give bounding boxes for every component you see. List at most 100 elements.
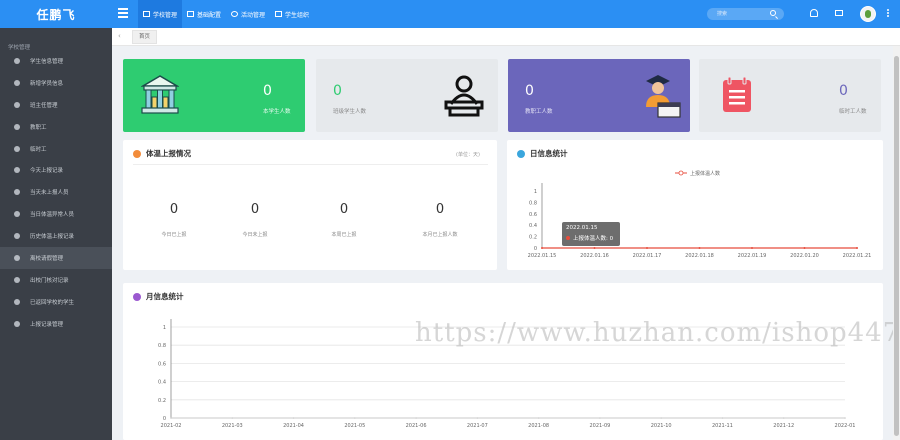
page-scrollbar[interactable] <box>893 46 900 440</box>
daily-line-chart[interactable]: 0 0.2 0.4 0.6 0.8 1 2022.01.15 2022.01.16 2022.0… <box>507 164 883 270</box>
sidebar-item[interactable]: 教职工 <box>0 116 112 138</box>
sidebar-item-label: 历史体温上报记录 <box>30 234 75 241</box>
clipboard-icon <box>723 76 751 112</box>
data-point <box>721 417 724 419</box>
topnav-activity-management[interactable]: 活动管理 <box>226 0 270 28</box>
sidebar-item[interactable]: 班主任管理 <box>0 94 112 116</box>
y-tick-label: 0.6 <box>158 361 166 367</box>
x-tick-label: 2022.01.16 <box>580 253 609 259</box>
data-point <box>803 247 806 249</box>
sidebar-item[interactable]: 离校请假管理 <box>0 247 112 269</box>
stat-value-month-reported: 0 <box>435 202 445 217</box>
x-tick-label: 2021-04 <box>283 423 304 429</box>
sidebar-item-icon <box>14 79 20 86</box>
card-value: 0 <box>333 83 342 99</box>
stat-value-today-reported: 0 <box>169 202 179 217</box>
scrollbar-thumb[interactable] <box>894 56 899 436</box>
sidebar-item[interactable]: 当天未上报人员 <box>0 181 112 203</box>
data-point <box>599 417 601 419</box>
topnav-school-management[interactable]: 学校管理 <box>138 0 183 28</box>
stat-label: 本周已上报 <box>331 232 357 238</box>
sidebar-item[interactable]: 新增学员信息 <box>0 72 112 94</box>
sidebar-item[interactable]: 已返回学校的学生 <box>0 291 112 313</box>
x-tick-label: 2021-06 <box>406 423 427 429</box>
stat-value-today-unreported: 0 <box>250 202 260 217</box>
school-building-icon <box>141 75 179 114</box>
x-tick-label: 2022.01.21 <box>843 253 872 259</box>
card-value: 0 <box>525 83 534 99</box>
sidebar-item[interactable]: 当日体温异常人员 <box>0 203 112 225</box>
sidebar-item-label: 新增学员信息 <box>30 80 64 87</box>
tab-prev-button[interactable]: ‹ <box>118 32 121 40</box>
sidebar-item-icon <box>14 145 20 152</box>
tooltip-text: 上报体温人数: 0 <box>573 236 614 242</box>
stat-card-temp-workers: 0 临时工人数 <box>699 59 881 132</box>
sidebar-item[interactable]: 临时工 <box>0 138 112 160</box>
more-options-icon[interactable] <box>887 9 889 19</box>
avatar[interactable] <box>860 6 876 22</box>
sidebar-item-label: 学生信息管理 <box>30 58 64 65</box>
card-value: 0 <box>263 83 272 99</box>
data-point <box>593 247 596 249</box>
data-point <box>292 417 295 419</box>
sidebar-item-icon <box>14 123 20 130</box>
sidebar-item[interactable]: 今天上报记录 <box>0 159 112 181</box>
topnav-basic-config[interactable]: 基础配置 <box>182 0 226 28</box>
topnav-student-org[interactable]: 学生组织 <box>270 0 314 28</box>
y-tick-label: 0.8 <box>529 200 537 206</box>
x-tick-label: 2021-08 <box>528 423 549 429</box>
stat-card-class-students: 0 班级学生人数 <box>316 59 498 132</box>
search-input[interactable]: 搜索 <box>707 8 784 20</box>
data-point <box>537 417 540 419</box>
panel-title-icon <box>133 149 141 158</box>
tooltip-marker-icon <box>566 236 570 240</box>
y-tick-label: 0.4 <box>158 380 166 386</box>
sidebar-item-icon <box>14 233 20 240</box>
data-point <box>354 417 356 419</box>
x-tick-label: 2021-09 <box>589 423 610 429</box>
sidebar-item-label: 当日体温异常人员 <box>30 212 75 219</box>
top-bar: 任鹏飞 学校管理 基础配置 活动管理 学生组织 搜索 <box>0 0 900 28</box>
sidebar-item[interactable]: 历史体温上报记录 <box>0 225 112 247</box>
sidebar-item-icon <box>14 211 20 218</box>
sidebar-item[interactable]: 上报记录管理 <box>0 313 112 335</box>
tooltip-date: 2022.01.15 <box>566 225 598 231</box>
sidebar-header: 学校管理 <box>8 45 31 51</box>
x-tick-label: 2021-02 <box>161 423 182 429</box>
list-icon <box>187 11 195 17</box>
brand-logo[interactable]: 任鹏飞 <box>0 0 112 28</box>
globe-icon <box>231 11 239 17</box>
mail-icon[interactable] <box>835 10 843 16</box>
data-point <box>660 417 662 419</box>
sidebar: 学校管理 学生信息管理 新增学员信息班主任管理 教职工临时工今天上报记录 当天未上报人… <box>0 28 112 440</box>
data-point <box>231 417 234 419</box>
card-label: 临时工人数 <box>839 109 867 115</box>
sidebar-item-label: 出校门核对记录 <box>30 277 69 284</box>
data-point <box>698 247 701 249</box>
sidebar-item-icon <box>14 57 20 64</box>
y-tick-label: 1 <box>163 325 166 331</box>
panel-title-text: 体温上报情况 <box>146 149 191 158</box>
search-icon[interactable] <box>770 10 776 16</box>
menu-toggle-icon[interactable] <box>118 8 128 18</box>
bell-icon[interactable] <box>810 9 818 17</box>
x-tick-label: 2021-07 <box>467 423 488 429</box>
sidebar-item-icon <box>14 189 20 196</box>
sidebar-item[interactable]: 学生信息管理 <box>0 50 112 72</box>
topnav-label: 活动管理 <box>241 11 266 19</box>
x-tick-label: 2021-11 <box>712 423 733 429</box>
card-value: 0 <box>839 83 848 99</box>
flag-icon <box>143 11 150 17</box>
y-tick-label: 0 <box>163 416 166 422</box>
data-point <box>170 417 172 419</box>
sidebar-item[interactable]: 出校门核对记录 <box>0 269 112 291</box>
tab-home[interactable]: 首页 <box>132 30 158 44</box>
y-tick-label: 0 <box>534 246 537 252</box>
panel-title-text: 日信息统计 <box>530 149 568 158</box>
users-icon <box>275 11 283 17</box>
report-status-panel: 体温上报情况 (单位：天) 0 今日已上报 0 今日未上报 0 本周已上报 0 … <box>123 140 497 270</box>
sidebar-item-label: 临时工 <box>30 146 47 153</box>
watermark-text: https://www.huzhan.com/ishop44749 <box>415 318 900 348</box>
monthly-stats-panel: 月信息统计 0 0.2 0.4 0.6 0.8 1 2021-02 2021-03 2021-0… <box>123 283 883 440</box>
panel-title: 月信息统计 <box>133 291 184 302</box>
